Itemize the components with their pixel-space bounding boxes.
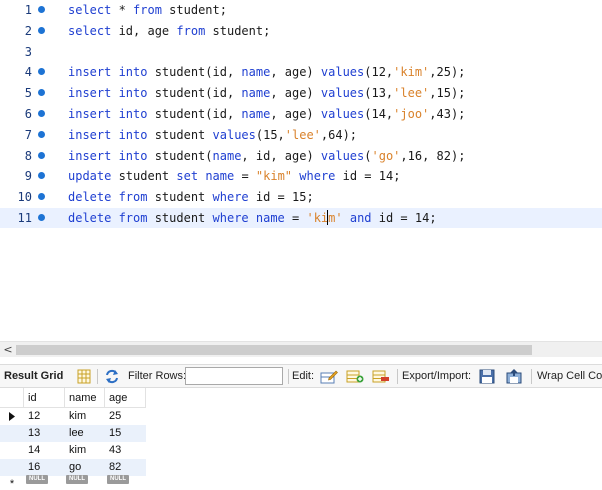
line-number: 3 <box>24 44 32 59</box>
cell-id[interactable]: 14 <box>24 442 40 459</box>
line-number: 1 <box>24 3 32 17</box>
refresh-icon[interactable] <box>104 369 120 384</box>
statement-marker-icon[interactable] <box>38 89 45 97</box>
statement-marker-icon[interactable] <box>38 214 45 221</box>
export-import-label: Export/Import: <box>402 370 472 382</box>
null-badge: NULL <box>107 475 129 484</box>
null-badge: NULL <box>66 475 88 484</box>
cell-age[interactable]: 25 <box>105 408 121 425</box>
code-text[interactable]: insert into student(id, name, age) value… <box>68 62 465 82</box>
editor-line[interactable]: 7 insert into student values(15,'lee',64)… <box>0 125 602 145</box>
editor-line[interactable]: 6 insert into student(id, name, age) valu… <box>0 104 602 124</box>
line-number: 4 <box>24 65 32 80</box>
result-grid-tab[interactable]: Result Grid <box>4 365 63 388</box>
edit-label: Edit: <box>292 370 315 382</box>
code-text[interactable]: select * from student; <box>68 0 227 20</box>
cell-age[interactable]: 43 <box>105 442 121 459</box>
editor-line[interactable]: 2 select id, age from student; <box>0 21 602 41</box>
line-number: 11 <box>17 211 32 225</box>
filter-rows-label: Filter Rows: <box>128 370 187 382</box>
filter-rows-input[interactable] <box>185 367 283 385</box>
row-header[interactable] <box>0 425 24 442</box>
grid-view-icon[interactable] <box>76 369 92 384</box>
column-header-name[interactable]: name <box>65 388 105 408</box>
statement-marker-icon[interactable] <box>38 172 45 180</box>
line-number: 8 <box>24 148 32 163</box>
editor-line[interactable]: 11 delete from student where name = 'kim'… <box>0 208 602 228</box>
cell-age[interactable]: 15 <box>105 425 121 442</box>
code-text[interactable]: select id, age from student; <box>68 21 270 41</box>
editor-line[interactable]: 8 insert into student(name, id, age) valu… <box>0 146 602 166</box>
statement-marker-icon[interactable] <box>38 193 45 201</box>
line-number: 7 <box>24 127 32 142</box>
sql-editor[interactable]: 1 select * from student; 2 select id, age f… <box>0 0 602 340</box>
table-row[interactable]: 12 kim 25 <box>0 408 146 425</box>
code-text[interactable]: delete from student where name = 'kim' a… <box>68 208 437 228</box>
null-badge: NULL <box>26 475 48 484</box>
new-row-marker: * <box>9 478 15 490</box>
code-text[interactable]: insert into student(id, name, age) value… <box>68 104 465 124</box>
wrap-cell-content-label[interactable]: Wrap Cell Con <box>537 365 602 388</box>
edit-row-icon[interactable] <box>320 369 338 384</box>
scroll-left-arrow-icon[interactable]: < <box>2 342 14 358</box>
row-header[interactable] <box>0 442 24 459</box>
editor-line[interactable]: 1 select * from student; <box>0 0 602 20</box>
import-icon[interactable] <box>505 369 522 384</box>
line-number: 5 <box>24 86 32 101</box>
result-grid[interactable]: id name age 12 kim 25 13 lee 15 14 kim 4… <box>0 388 602 490</box>
statement-marker-icon[interactable] <box>38 130 45 138</box>
scrollbar-thumb[interactable] <box>16 345 532 355</box>
editor-line[interactable]: 9 update student set name = "kim" where i… <box>0 166 602 186</box>
column-header-age[interactable]: age <box>105 388 146 408</box>
table-row[interactable]: 13 lee 15 <box>0 425 146 442</box>
cell-id[interactable]: 12 <box>24 408 40 425</box>
cell-id[interactable]: 13 <box>24 425 40 442</box>
cell-name[interactable]: kim <box>65 442 86 459</box>
code-text[interactable]: insert into student values(15,'lee',64); <box>68 125 357 145</box>
code-text[interactable]: insert into student(name, id, age) value… <box>68 146 465 166</box>
result-toolbar: Result Grid Filter Rows: Edit: Export/Im… <box>0 364 602 388</box>
line-number: 9 <box>24 169 32 184</box>
cell-name[interactable]: kim <box>65 408 86 425</box>
code-text[interactable]: insert into student(id, name, age) value… <box>68 83 465 103</box>
line-number: 6 <box>24 107 32 121</box>
new-row[interactable]: * NULL NULL NULL <box>0 474 146 490</box>
editor-horizontal-scrollbar[interactable]: < <box>0 341 602 357</box>
line-number: 2 <box>24 23 32 38</box>
statement-marker-icon[interactable] <box>38 6 45 13</box>
editor-line[interactable]: 4 insert into student(id, name, age) valu… <box>0 62 602 82</box>
editor-line[interactable]: 5 insert into student(id, name, age) valu… <box>0 83 602 103</box>
code-text[interactable]: update student set name = "kim" where id… <box>68 166 400 186</box>
table-row[interactable]: 14 kim 43 <box>0 442 146 459</box>
delete-row-icon[interactable] <box>372 369 389 384</box>
insert-row-icon[interactable] <box>346 369 364 384</box>
cell-name[interactable]: lee <box>65 425 84 442</box>
editor-line[interactable]: 10 delete from student where id = 15; <box>0 187 602 207</box>
code-text[interactable]: delete from student where id = 15; <box>68 187 314 207</box>
statement-marker-icon[interactable] <box>38 26 45 34</box>
line-number: 10 <box>17 190 32 205</box>
current-row-arrow-icon <box>0 408 24 425</box>
column-header-id[interactable]: id <box>24 388 65 408</box>
editor-line[interactable]: 3 <box>0 42 602 62</box>
statement-marker-icon[interactable] <box>38 151 45 159</box>
export-icon[interactable] <box>479 369 495 384</box>
statement-marker-icon[interactable] <box>38 68 45 76</box>
statement-marker-icon[interactable] <box>38 110 45 117</box>
row-header-corner <box>0 388 24 408</box>
